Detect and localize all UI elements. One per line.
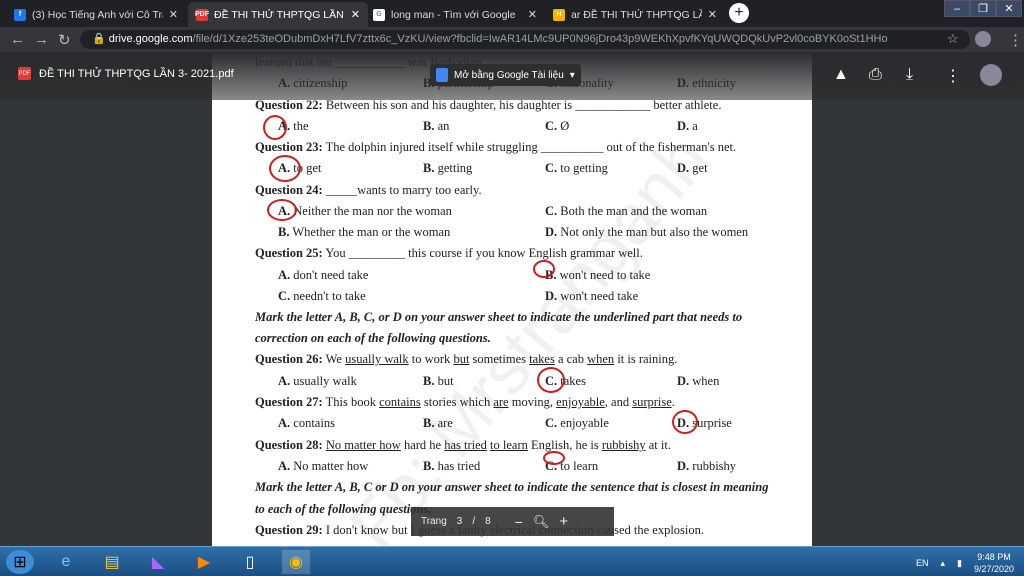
close-window-button[interactable]: ✕: [996, 0, 1022, 17]
zoom-icon[interactable]: 🔍︎: [533, 514, 550, 530]
tab-favicon-icon: H: [553, 8, 565, 21]
answer-option: D. Not only the man but also the women: [545, 225, 749, 239]
answer-option: A. No matter how: [278, 459, 369, 473]
answer-option: A. usually walk: [278, 374, 357, 388]
tab-close-icon[interactable]: ✕: [169, 8, 178, 21]
text-line: Question 28: No matter how hard he has t…: [255, 438, 671, 452]
text-line: Mark the letter A, B, C, or D on your an…: [255, 310, 743, 324]
answer-option: D. a: [677, 119, 698, 133]
text-line: Question 23: The dolphin injured itself …: [255, 140, 737, 154]
text-line: Question 27: This book contains stories …: [255, 395, 675, 409]
text-line: Question 22: Between his son and his dau…: [255, 98, 722, 112]
answer-option: D. when: [677, 374, 720, 388]
tab-bar: f (3) Học Tiếng Anh với Cô Trang ✕ PDF ĐỀ TH…: [0, 0, 1024, 27]
minimize-button[interactable]: –: [944, 0, 970, 17]
restore-button[interactable]: ❐: [970, 0, 996, 17]
answer-circle: [537, 367, 565, 393]
answer-option: C. enjoyable: [545, 416, 609, 430]
tab-label: ĐỀ THI THỬ THPTQG LẦN 3- 2021: [214, 8, 345, 21]
text-line: Question 25: You _________ this course i…: [255, 246, 643, 260]
answer-option: B. getting: [423, 161, 473, 175]
zoom-out-icon[interactable]: −: [515, 514, 523, 530]
reload-icon[interactable]: ↻: [58, 31, 71, 49]
answer-circle: [672, 410, 698, 434]
page-controls: Trang 3 / 8 − 🔍︎ +: [411, 507, 614, 536]
answer-option: C. Both the man and the woman: [545, 204, 708, 218]
url-input[interactable]: 🔒 drive.google.com/file/d/1Xze253teODubm…: [80, 30, 970, 49]
answer-option: B. but: [423, 374, 454, 388]
answer-circle: [267, 199, 297, 221]
tab[interactable]: PDF ĐỀ THI THỬ THPTQG LẦN 3- 2021 ✕: [188, 2, 368, 27]
tab[interactable]: Har ĐỀ THI THỬ THPTQG LẦN 3- 2021 ✕: [545, 2, 725, 27]
menu-icon[interactable]: ⋮: [1008, 31, 1023, 49]
tab-favicon-icon: f: [14, 8, 26, 21]
add-to-drive-icon[interactable]: ▲: [833, 66, 849, 84]
answer-option: B. has tried: [423, 459, 481, 473]
tab-label: (3) Học Tiếng Anh với Cô Trang: [32, 8, 163, 21]
tab-close-icon[interactable]: ✕: [351, 8, 360, 21]
text-line: Mark the letter A, B, C or D on your ans…: [255, 480, 769, 494]
zoom-in-icon[interactable]: +: [559, 513, 568, 530]
answer-option: D. won't need take: [545, 289, 639, 303]
forward-icon[interactable]: →: [34, 31, 49, 48]
battery-icon[interactable]: ▮: [957, 558, 962, 569]
taskbar: ⊞ e ▤ ◣ ▶ ▯ ◉ EN ▴ ▮ 9:48 PM 9/27/2020: [0, 546, 1024, 576]
answer-option: B. an: [423, 119, 450, 133]
tab-label: long man - Tìm với Google: [391, 8, 516, 21]
show-hidden-icons[interactable]: ▴: [940, 558, 945, 569]
answer-option: A. contains: [278, 416, 335, 430]
profile-avatar[interactable]: [975, 31, 991, 47]
file-icon[interactable]: ▯: [236, 550, 264, 574]
text-line: Question 26: We usually walk to work but…: [255, 352, 678, 366]
pdf-page: Fb: Mrstranganh learned that her _______…: [212, 52, 812, 546]
ie-icon[interactable]: e: [52, 550, 80, 574]
tab-label: ar ĐỀ THI THỬ THPTQG LẦN 3- 2021: [571, 8, 702, 21]
address-bar-row: ← → ↻ 🔒 drive.google.com/file/d/1Xze253t…: [0, 27, 1024, 52]
text-line: to each of the following questions.: [255, 502, 432, 516]
start-button[interactable]: ⊞: [6, 550, 34, 574]
answer-circle: [543, 451, 565, 465]
answer-option: C. to getting: [545, 161, 608, 175]
answer-option: D. get: [677, 161, 708, 175]
tab-favicon-icon: PDF: [195, 8, 209, 21]
answer-option: D. rubbishy: [677, 459, 737, 473]
answer-option: C. Ø: [545, 119, 570, 133]
new-tab-button[interactable]: +: [729, 3, 749, 23]
tab-favicon-icon: G: [373, 8, 385, 21]
answer-option: B. won't need to take: [545, 268, 651, 282]
answer-option: C. needn't to take: [278, 289, 366, 303]
visual-studio-icon[interactable]: ◣: [144, 550, 172, 574]
pdf-icon: PDF: [18, 67, 31, 80]
download-icon[interactable]: ⤓: [906, 66, 913, 84]
open-with-google-docs-button[interactable]: Mở bằng Google Tài liệu ▾: [430, 64, 581, 86]
tab-close-icon[interactable]: ✕: [708, 8, 717, 21]
account-avatar[interactable]: [980, 64, 1002, 86]
media-player-icon[interactable]: ▶: [190, 550, 218, 574]
answer-circle: [269, 155, 301, 182]
tab[interactable]: f (3) Học Tiếng Anh với Cô Trang ✕: [6, 2, 186, 27]
answer-circle: [263, 115, 287, 140]
pdf-title: ĐỀ THI THỬ THPTQG LẦN 3- 2021.pdf: [39, 67, 234, 80]
text-line: Question 24: _____wants to marry too ear…: [255, 183, 482, 197]
chrome-icon[interactable]: ◉: [282, 550, 310, 574]
clock[interactable]: 9:48 PM 9/27/2020: [974, 551, 1014, 575]
answer-option: B. are: [423, 416, 453, 430]
explorer-icon[interactable]: ▤: [98, 550, 126, 574]
answer-option: A. don't need take: [278, 268, 369, 282]
answer-option: A. Neither the man nor the woman: [278, 204, 452, 218]
back-icon[interactable]: ←: [10, 31, 25, 48]
dropdown-arrow-icon[interactable]: ▾: [570, 70, 575, 81]
answer-option: B. Whether the man or the woman: [278, 225, 451, 239]
tab[interactable]: Glong man - Tìm với Google ✕: [365, 2, 545, 27]
text-line: correction on each of the following ques…: [255, 331, 491, 345]
tab-close-icon[interactable]: ✕: [528, 8, 537, 21]
bookmark-star-icon[interactable]: ☆: [947, 31, 959, 47]
print-icon[interactable]: ⎙: [869, 66, 882, 84]
docs-icon: [436, 68, 448, 82]
page-number-input[interactable]: 3: [457, 516, 463, 527]
more-icon[interactable]: ⋮: [945, 66, 961, 86]
answer-circle: [533, 260, 555, 278]
